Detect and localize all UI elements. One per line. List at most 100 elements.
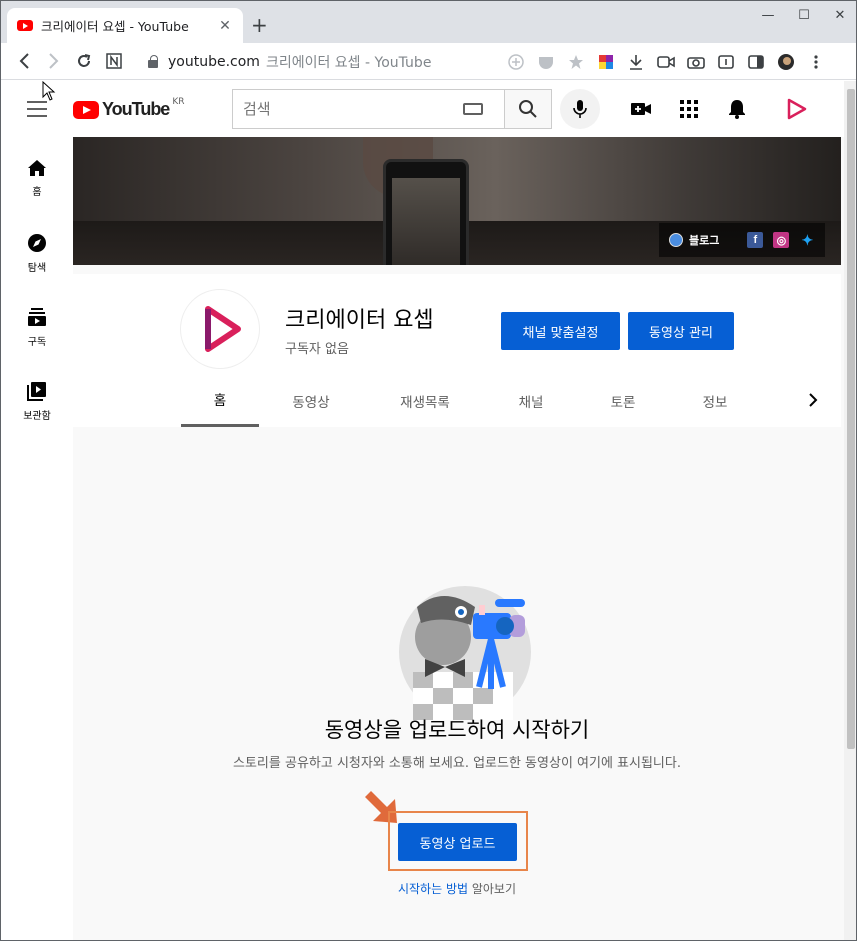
scrollbar-thumb[interactable] [847, 89, 855, 749]
tab-title: 크리에이터 요셉 - YouTube [41, 19, 189, 34]
youtube-play-icon [73, 100, 99, 119]
learn-more: 시작하는 방법 알아보기 [73, 880, 841, 897]
tab-playlists[interactable]: 재생목록 [381, 374, 469, 427]
guide-item-explore[interactable]: 탐색 [1, 211, 73, 285]
tab-strip: 크리에이터 요셉 - YouTube ✕ + — ☐ ✕ [1, 1, 856, 43]
home-icon [28, 160, 46, 176]
tab-discussion[interactable]: 토론 [583, 374, 663, 427]
blog-link[interactable]: 블로그 [689, 232, 719, 248]
forward-button[interactable] [39, 46, 69, 76]
youtube-page: YouTube KR 검색 홈 탐색 구독 보관함 블로그 f ◎ ✦ 크리에이… [1, 81, 844, 940]
channel-name: 크리에이터 요셉 [285, 308, 434, 333]
guide-sidebar: 홈 탐색 구독 보관함 [1, 137, 73, 940]
page-scrollbar[interactable] [844, 81, 856, 940]
sidebar-icon[interactable] [741, 47, 771, 77]
guide-label: 구독 [27, 337, 47, 348]
color-picker-icon[interactable] [591, 47, 621, 77]
subscriptions-icon [28, 308, 46, 326]
reload-button[interactable] [69, 46, 99, 76]
url-host: youtube.com [168, 53, 260, 70]
create-video-icon[interactable] [629, 97, 653, 121]
maximize-button[interactable]: ☐ [786, 1, 822, 29]
channel-tabs: 홈 동영상 재생목록 채널 토론 정보 [73, 374, 841, 427]
minimize-button[interactable]: — [750, 1, 786, 29]
youtube-favicon-icon [17, 20, 33, 31]
tab-home[interactable]: 홈 [181, 374, 259, 427]
upload-video-button[interactable]: 동영상 업로드 [398, 823, 517, 861]
channel-logo-icon [205, 306, 241, 352]
notifications-bell-icon[interactable] [725, 97, 749, 121]
window-controls: — ☐ ✕ [750, 1, 856, 31]
subscriber-count: 구독자 없음 [285, 342, 349, 357]
library-icon [27, 382, 46, 401]
add-bookmark-icon[interactable] [501, 47, 531, 77]
account-avatar[interactable] [782, 95, 810, 123]
learn-suffix: 알아보기 [468, 882, 517, 896]
twitter-icon[interactable]: ✦ [799, 232, 815, 248]
download-icon[interactable] [621, 47, 651, 77]
yt-masthead: YouTube KR [1, 81, 844, 137]
video-capture-icon[interactable] [651, 47, 681, 77]
logo-region: KR [172, 97, 185, 107]
camera-icon[interactable] [681, 47, 711, 77]
lock-icon [148, 54, 158, 68]
globe-icon [669, 233, 683, 247]
youtube-logo[interactable]: YouTube KR [73, 97, 185, 120]
url-title: 크리에이터 요셉 - YouTube [265, 54, 432, 71]
back-arrow-icon [19, 53, 29, 69]
channel-banner: 블로그 f ◎ ✦ [73, 137, 841, 265]
forward-arrow-icon [49, 53, 59, 69]
empty-state-description: 스토리를 공유하고 시청자와 소통해 보세요. 업로드한 동영상이 여기에 표시… [233, 756, 681, 771]
how-to-start-link[interactable]: 시작하는 방법 [398, 882, 468, 896]
facebook-icon[interactable]: f [747, 232, 764, 248]
channel-header: 크리에이터 요셉 구독자 없음 채널 맞춤설정 동영상 관리 홈 동영상 재생목… [73, 274, 841, 427]
customize-channel-button[interactable]: 채널 맞춤설정 [501, 312, 620, 350]
tabs-next-chevron-icon[interactable] [801, 388, 825, 412]
new-tab-button[interactable]: + [251, 13, 268, 37]
channel-content: 블로그 f ◎ ✦ 크리에이터 요셉 구독자 없음 채널 맞춤설정 동영상 관리 [73, 137, 844, 940]
mouse-cursor-icon [42, 81, 56, 101]
banner-phone-image [383, 159, 469, 265]
notion-extension-button[interactable] [99, 46, 129, 76]
guide-item-home[interactable]: 홈 [1, 137, 73, 211]
pocket-icon[interactable] [531, 47, 561, 77]
search-box [232, 89, 504, 129]
guide-item-subscriptions[interactable]: 구독 [1, 285, 73, 359]
browser-toolbar: youtube.com 크리에이터 요셉 - YouTube [1, 43, 856, 80]
logo-text: YouTube [102, 99, 170, 119]
instagram-icon[interactable]: ◎ [773, 232, 790, 248]
close-window-button[interactable]: ✕ [822, 1, 856, 29]
upload-illustration [399, 586, 531, 720]
guide-item-library[interactable]: 보관함 [1, 359, 73, 433]
channel-logo-icon [787, 98, 807, 120]
tab-channels[interactable]: 채널 [491, 374, 571, 427]
browser-tab[interactable]: 크리에이터 요셉 - YouTube ✕ [7, 8, 243, 43]
apps-grid-icon[interactable] [677, 97, 701, 121]
explore-icon [28, 234, 46, 252]
tab-about[interactable]: 정보 [675, 374, 755, 427]
profile-avatar-icon[interactable] [771, 47, 801, 77]
manage-videos-button[interactable]: 동영상 관리 [628, 312, 734, 350]
tab-close-icon[interactable]: ✕ [217, 18, 233, 34]
keyboard-icon[interactable] [463, 103, 483, 115]
voice-search-button[interactable] [560, 89, 600, 129]
menu-icon[interactable] [27, 101, 47, 117]
microphone-icon [573, 100, 587, 118]
banner-links: 블로그 f ◎ ✦ [659, 223, 825, 257]
back-button[interactable] [9, 46, 39, 76]
guide-label: 보관함 [23, 411, 51, 422]
reader-icon[interactable] [711, 47, 741, 77]
tab-videos[interactable]: 동영상 [271, 374, 351, 427]
star-icon[interactable] [561, 47, 591, 77]
extensions-row [501, 47, 831, 76]
empty-state-title: 동영상을 업로드하여 시작하기 [324, 718, 590, 742]
reload-icon [78, 54, 91, 67]
guide-label: 홈 [32, 187, 42, 198]
notion-icon [106, 53, 122, 69]
browser-menu-icon[interactable] [801, 47, 831, 77]
search-button[interactable] [504, 89, 552, 129]
guide-label: 탐색 [27, 263, 47, 274]
search-input[interactable] [243, 100, 463, 118]
search-icon [519, 100, 537, 118]
browser-window: 크리에이터 요셉 - YouTube ✕ + — ☐ ✕ youtube.com… [0, 0, 857, 941]
